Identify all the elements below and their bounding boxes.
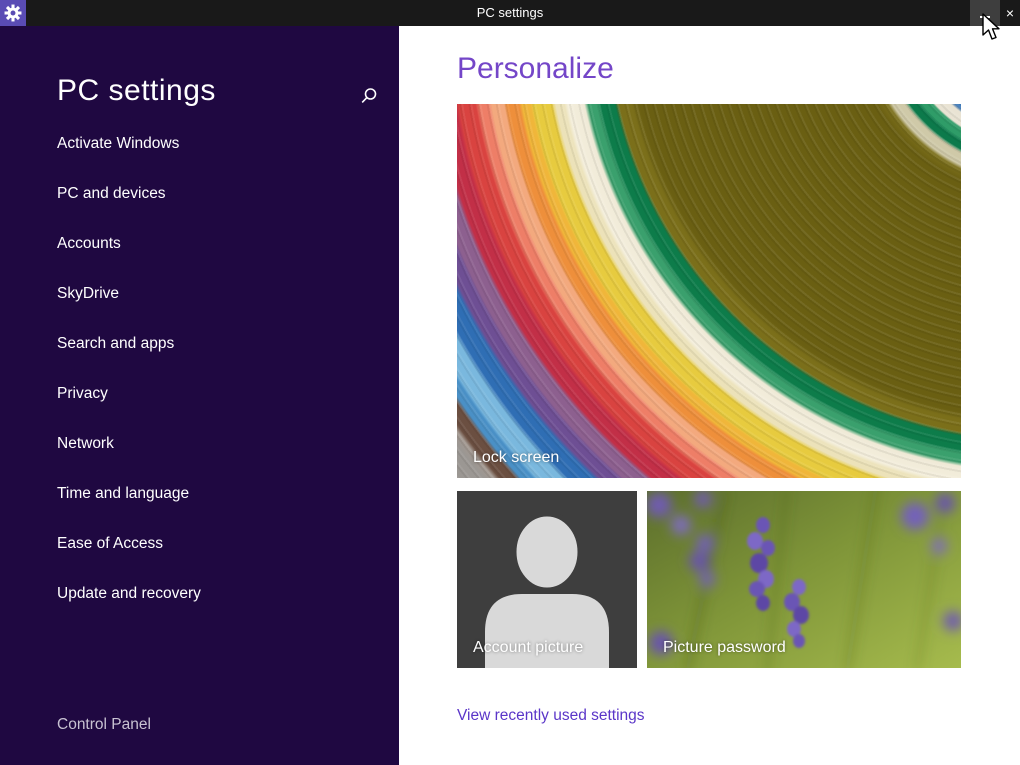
sidebar-item-time-and-language[interactable]: Time and language	[0, 469, 399, 519]
page-title: Personalize	[457, 52, 614, 85]
picture-password-tile[interactable]: Picture password	[647, 491, 961, 668]
sidebar-nav: Activate Windows PC and devices Accounts…	[0, 119, 399, 619]
sidebar-item-accounts[interactable]: Accounts	[0, 219, 399, 269]
main-content: Personalize Lock screen Account picture	[399, 26, 1020, 765]
sidebar-item-control-panel[interactable]: Control Panel	[57, 716, 151, 734]
sidebar-item-network[interactable]: Network	[0, 419, 399, 469]
pc-settings-window: PC settings × PC settings Activate Windo…	[0, 0, 1020, 765]
sidebar-item-ease-of-access[interactable]: Ease of Access	[0, 519, 399, 569]
lock-screen-label: Lock screen	[473, 449, 560, 466]
search-icon[interactable]	[360, 87, 378, 105]
close-icon: ×	[1005, 5, 1015, 21]
sidebar-item-pc-and-devices[interactable]: PC and devices	[0, 169, 399, 219]
account-picture-tile[interactable]: Account picture	[457, 491, 637, 668]
sidebar-item-privacy[interactable]: Privacy	[0, 369, 399, 419]
minimize-icon	[980, 16, 990, 18]
picture-password-label: Picture password	[663, 639, 786, 656]
account-picture-label: Account picture	[473, 639, 584, 656]
sidebar-title: PC settings	[57, 74, 216, 107]
lock-screen-tile[interactable]: Lock screen	[457, 104, 961, 478]
window-title: PC settings	[476, 5, 544, 20]
sidebar-item-update-and-recovery[interactable]: Update and recovery	[0, 569, 399, 619]
titlebar: PC settings ×	[0, 0, 1020, 26]
view-recent-settings-link[interactable]: View recently used settings	[457, 707, 645, 725]
sidebar-item-search-and-apps[interactable]: Search and apps	[0, 319, 399, 369]
sidebar-item-skydrive[interactable]: SkyDrive	[0, 269, 399, 319]
sidebar: PC settings Activate Windows PC and devi…	[0, 26, 399, 765]
sidebar-item-activate-windows[interactable]: Activate Windows	[0, 119, 399, 169]
minimize-button[interactable]	[970, 0, 1000, 26]
close-button[interactable]: ×	[1000, 0, 1020, 26]
